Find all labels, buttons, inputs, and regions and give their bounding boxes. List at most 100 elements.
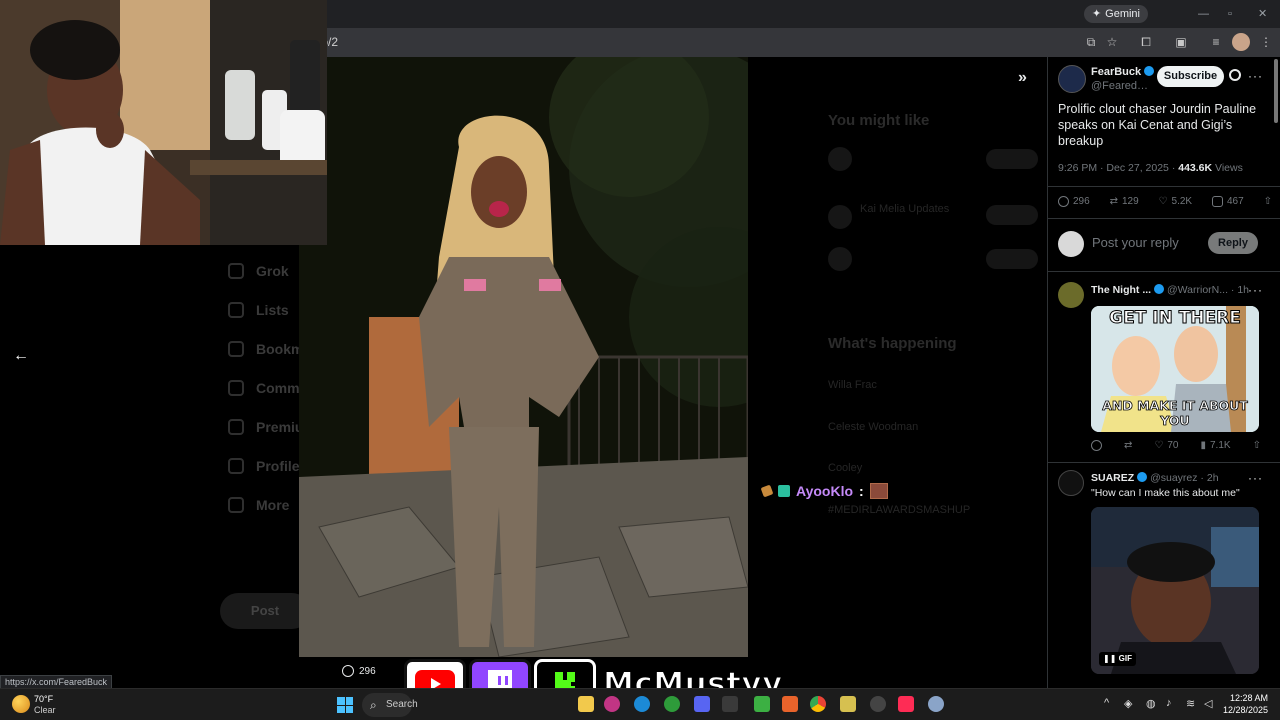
discord-icon[interactable] [694,696,710,712]
follow-button[interactable] [986,149,1038,169]
webcam-illustration [0,0,327,245]
follow-button[interactable] [986,249,1038,269]
weather-moon-icon[interactable] [12,695,30,713]
share-icon: ⇧ [1252,440,1261,451]
star-icon[interactable]: ☆ [1103,33,1121,51]
reply-action[interactable] [1091,440,1102,451]
weather-condition[interactable]: Clear [34,705,56,715]
minimize-icon[interactable]: — [1198,5,1209,23]
trend-item[interactable]: #MEDIRLAWARDSMASHUP [828,504,970,516]
author-avatar[interactable] [1058,65,1086,93]
xbox-icon[interactable] [664,696,680,712]
extensions-icon[interactable]: ⧠ [1137,33,1155,51]
install-icon[interactable]: ⧉ [1082,33,1100,51]
repost-action[interactable]: ⇄ [1124,440,1132,451]
tweet-time[interactable]: 9:26 PM · Dec 27, 2025 · [1058,162,1175,174]
avatar[interactable] [1058,282,1084,308]
bookmark-icon [228,341,244,357]
follow-button[interactable] [986,205,1038,225]
meme-bottom-text: AND MAKE IT ABOUT YOU [1102,398,1248,429]
reply-author[interactable]: SUAREZ @suayrez · 2h [1091,472,1219,484]
tray-app-icon[interactable]: ◈ [1124,697,1132,710]
reply-actions: ⇄ ♡ 70 ▮ 7.1K ⇧ [1091,440,1261,451]
more-options-icon[interactable]: ··· [1248,283,1263,297]
chevron-up-icon[interactable]: ^ [1104,697,1109,709]
verified-badge-icon [1144,66,1155,76]
divider [1048,271,1280,272]
profile-icon[interactable] [1232,33,1250,51]
gemini-button[interactable]: ✦ Gemini [1083,5,1148,23]
nav-item-profile[interactable]: Profile [228,458,300,474]
volume-icon[interactable]: ◁ [1204,697,1212,710]
back-arrow-icon[interactable]: ← [12,347,30,365]
wifi-icon[interactable]: ≋ [1186,697,1195,710]
comment-count[interactable]: 296 [342,665,376,677]
grok-icon[interactable] [1229,69,1241,81]
comment-count-value: 296 [359,665,376,677]
subscribe-button[interactable]: Subscribe [1157,66,1224,87]
share-action[interactable]: ⇧ [1253,440,1261,451]
tiktok-icon[interactable] [898,696,914,712]
nav-item-grok[interactable]: Grok [228,263,289,279]
more-circle-icon [228,497,244,513]
share-action[interactable]: ⇧ [1264,196,1272,207]
menu-icon[interactable]: ⋮ [1257,33,1275,51]
avatar[interactable] [1058,470,1084,496]
share-icon: ⇧ [1263,196,1272,207]
app-icon[interactable] [782,696,798,712]
author-name-text: FearBuck [1091,66,1142,78]
reply-text: "How can I make this about me" [1091,487,1240,499]
author-handle[interactable]: @FearedBu... [1091,80,1153,92]
author-name[interactable]: FearBuck [1091,66,1155,78]
weather-temperature[interactable]: 70°F [34,694,53,704]
post-button[interactable]: Post [220,593,310,629]
repost-action[interactable]: ⇄ 129 [1110,196,1139,207]
comment-icon [342,665,354,677]
scrollbar[interactable] [1274,59,1278,123]
trend-item[interactable]: Willa Frac [828,379,877,391]
microphone-icon[interactable]: ♪ [1166,697,1172,709]
pause-icon[interactable]: ❚❚ [1103,654,1116,663]
spreadsheet-icon[interactable] [754,696,770,712]
views-action[interactable]: ▮ 7.1K [1200,440,1230,451]
reply-meme-image[interactable]: GET IN THERE AND MAKE IT ABOUT YOU [1091,306,1259,432]
nav-item-lists[interactable]: Lists [228,302,289,318]
taskbar-search[interactable]: Search [362,693,418,717]
settings-gear-icon[interactable] [928,696,944,712]
divider [1048,462,1280,463]
obs-icon[interactable] [870,696,886,712]
tray-app-icon[interactable]: ◍ [1146,697,1156,710]
reply-gif[interactable]: ❚❚ GIF [1091,507,1259,674]
instagram-icon[interactable] [604,696,620,712]
verified-badge-icon [1154,284,1165,294]
trend-item[interactable]: Celeste Woodman [828,421,918,433]
address-bar[interactable]: to/2 [318,31,1073,54]
file-explorer-icon[interactable] [578,696,594,712]
chat-emote-icon [869,483,888,499]
reply-author[interactable]: The Night ... @WarriorN... · 1h [1091,284,1249,296]
media-icon[interactable] [722,696,738,712]
expand-panel-icon[interactable]: » [1018,69,1027,87]
tweet-photo[interactable] [299,57,748,657]
reply-button[interactable]: Reply [1208,232,1258,254]
edge-icon[interactable] [634,696,650,712]
clock-date[interactable]: 12/28/2025 [1223,705,1268,715]
nav-item-more[interactable]: More [228,497,289,513]
clock-time[interactable]: 12:28 AM [1230,693,1268,703]
notes-icon[interactable] [840,696,856,712]
more-options-icon[interactable]: ··· [1248,69,1263,83]
sparkle-icon: ✦ [1091,8,1102,20]
reading-list-icon[interactable]: ≡ [1207,33,1225,51]
reply-action[interactable]: 296 [1058,196,1090,207]
restore-icon[interactable]: ▫ [1228,5,1232,23]
more-options-icon[interactable]: ··· [1248,471,1263,485]
bookmark-action[interactable]: 467 [1211,196,1244,207]
windows-start-icon[interactable] [337,697,353,713]
like-action[interactable]: ♡ 70 [1154,440,1178,451]
chrome-icon[interactable] [810,696,826,712]
trend-item[interactable]: Cooley [828,462,862,474]
reply-input[interactable]: Post your reply [1092,235,1179,250]
like-action[interactable]: ♡ 5.2K [1159,196,1193,207]
tab-search-icon[interactable]: ▣ [1172,33,1190,51]
close-icon[interactable]: ✕ [1258,5,1267,23]
